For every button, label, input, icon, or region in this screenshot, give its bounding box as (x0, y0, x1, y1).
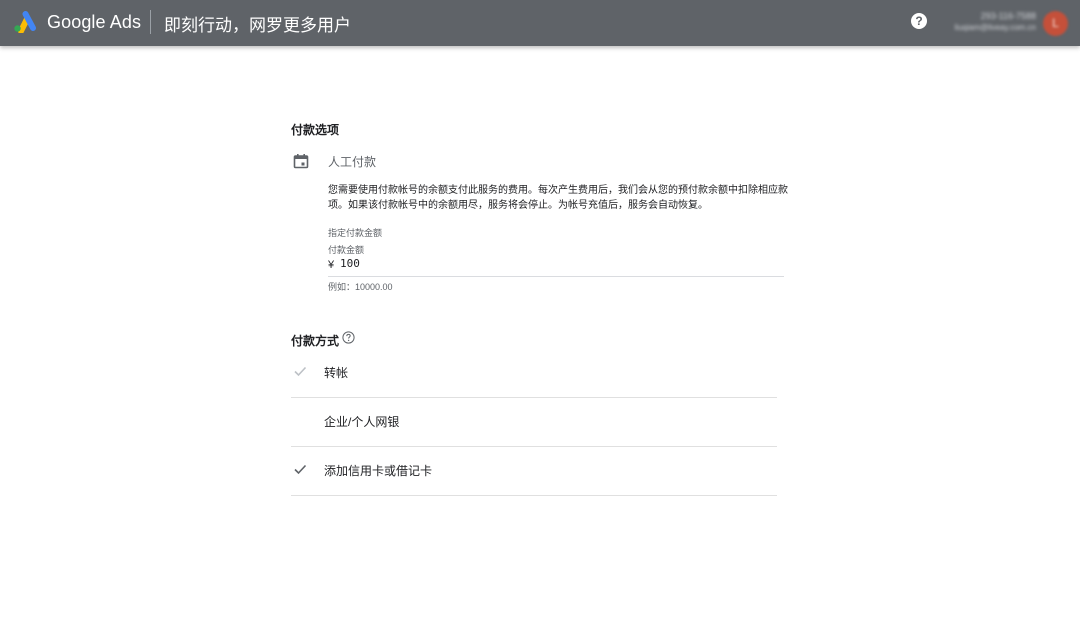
account-info[interactable]: 293-116-7588 liuqiam@liveay.com.cn (930, 10, 1036, 34)
page-tagline: 即刻行动，网罗更多用户 (164, 16, 351, 35)
header-divider (150, 10, 151, 34)
amount-field[interactable]: ¥ (328, 257, 784, 277)
payment-method-label: 添加信用卡或借记卡 (324, 464, 433, 478)
payment-method-label: 转帐 (324, 366, 349, 380)
account-email: liuqiam@liveay.com.cn (954, 23, 1036, 32)
payment-method-bank-transfer[interactable]: 转帐 (291, 348, 777, 398)
check-icon (294, 366, 307, 377)
account-id: 293-116-7588 (980, 11, 1036, 21)
help-circle-outline-icon[interactable] (342, 331, 355, 344)
google-ads-logo-icon[interactable] (13, 11, 37, 33)
top-bar: Google Ads 即刻行动，网罗更多用户 ? 293-116-7588 li… (0, 0, 1080, 46)
manual-payment-label: 人工付款 (328, 155, 377, 169)
payment-methods-title: 付款方式 (291, 334, 340, 348)
payment-method-label: 企业/个人网银 (324, 415, 400, 429)
check-icon (294, 464, 307, 475)
calendar-icon (293, 154, 309, 169)
amount-section-label: 指定付款金额 (328, 228, 383, 238)
payment-description: 您需要使用付款帐号的余额支付此服务的费用。每次产生费用后，我们会从您的预付款余额… (328, 185, 788, 211)
amount-input[interactable] (340, 257, 760, 270)
amount-field-label: 付款金额 (328, 245, 365, 255)
currency-symbol: ¥ (328, 259, 335, 271)
brand-name[interactable]: Google Ads (47, 12, 141, 33)
avatar[interactable]: L (1043, 11, 1068, 36)
payment-method-online-banking[interactable]: 企业/个人网银 (291, 397, 777, 447)
amount-hint: 例如：10000.00 (328, 282, 393, 292)
help-circle-icon[interactable]: ? (911, 13, 927, 29)
payment-options-title: 付款选项 (291, 123, 340, 137)
payment-method-card[interactable]: 添加信用卡或借记卡 (291, 446, 777, 496)
